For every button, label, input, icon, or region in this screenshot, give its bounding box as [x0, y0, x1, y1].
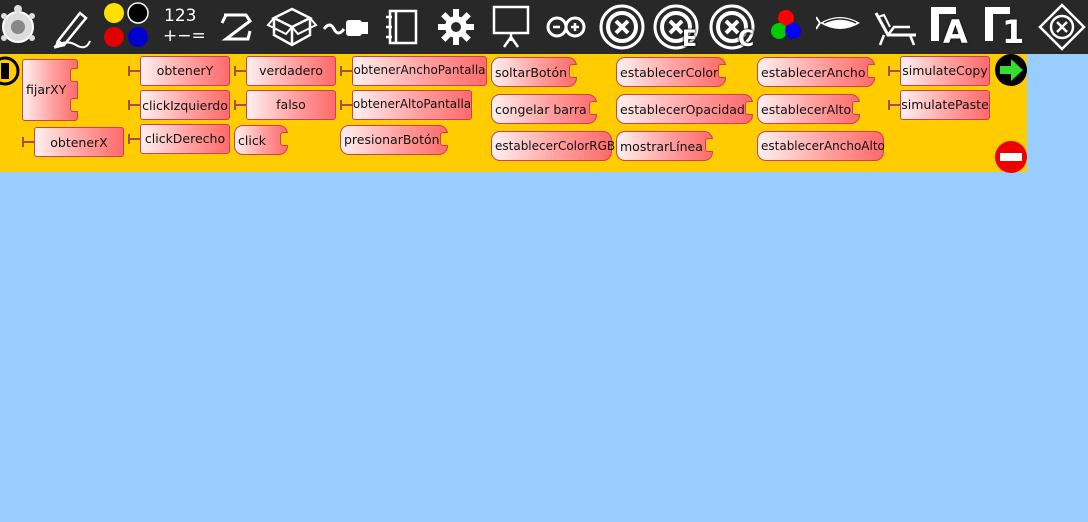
block-estableceranchoalto[interactable]: establecerAnchoAlto [757, 131, 885, 161]
block-label: establecerColorRGB [495, 139, 616, 153]
block-label: mostrarLínea [620, 138, 703, 154]
block-estableceralto[interactable]: establecerAlto [757, 94, 860, 124]
next-arrow-icon[interactable] [994, 53, 1028, 87]
font-a-icon[interactable]: A [926, 1, 978, 53]
block-palette: fijarXY obtenerX obtenerY clickIzquierdo… [0, 53, 1028, 174]
block-establecerOpacidad[interactable]: establecerOpacidad [616, 94, 753, 124]
letter-e: E [682, 27, 698, 52]
operators-label: +−= [163, 26, 206, 46]
extras-c-icon[interactable]: C [706, 1, 758, 53]
block-label: click [238, 132, 266, 148]
sensor-icon[interactable] [320, 1, 372, 53]
extras-icon[interactable] [596, 1, 648, 53]
block-label: verdadero [259, 63, 323, 78]
block-simulatepaste[interactable]: simulatePaste [888, 90, 990, 120]
block-label: establecerColor [620, 64, 719, 80]
block-label: simulateCopy [902, 63, 988, 78]
block-label: obtenerAnchoPantalla [353, 63, 486, 77]
canvas-area[interactable] [0, 172, 1088, 522]
block-label: fijarXY [26, 82, 67, 97]
remove-icon[interactable] [994, 140, 1028, 174]
block-label: obtenerX [50, 134, 108, 150]
block-falso[interactable]: falso [234, 90, 336, 120]
block-label: obtenerY [156, 63, 214, 78]
block-label: establecerOpacidad [620, 101, 745, 117]
block-label: soltarBotón [495, 64, 568, 80]
rgb-icon[interactable] [760, 1, 812, 53]
block-label: clickDerecho [144, 131, 226, 146]
block-click[interactable]: click [234, 125, 288, 155]
block-label: presionarBotón [344, 132, 440, 147]
turtle-icon[interactable] [0, 1, 44, 53]
extras-e-icon[interactable]: E [650, 1, 702, 53]
block-establecerancho[interactable]: establecerAncho [757, 57, 875, 87]
block-label: falso [276, 97, 306, 112]
flow-icon[interactable] [210, 1, 262, 53]
block-congelarbarra[interactable]: congelar barra [491, 94, 597, 124]
block-label: establecerAncho [761, 64, 866, 80]
toolbar: 123 +−= E C A 1 [0, 0, 1088, 54]
block-obteneraltopantalla[interactable]: obtenerAltoPantalla [340, 90, 472, 120]
block-obteneranchopantalla[interactable]: obtenerAnchoPantalla [340, 56, 487, 86]
block-clickderecho[interactable]: clickDerecho [128, 124, 230, 154]
arduino-icon[interactable] [540, 1, 592, 53]
notebook-icon[interactable] [376, 1, 428, 53]
number-label: 123 [164, 6, 197, 26]
block-label: congelar barra [495, 101, 587, 117]
block-simulatecopy[interactable]: simulateCopy [888, 56, 990, 86]
block-mostrarlinea[interactable]: mostrarLínea [616, 131, 713, 161]
block-establecercolor[interactable]: establecerColor [616, 57, 726, 87]
palette-colors-icon[interactable] [100, 1, 152, 53]
presentation-icon[interactable] [486, 1, 538, 53]
block-fijarxy[interactable]: fijarXY [22, 59, 78, 121]
font-1-icon[interactable]: 1 [980, 1, 1032, 53]
fish-icon[interactable] [816, 1, 868, 53]
block-obtenerx[interactable]: obtenerX [22, 127, 124, 157]
letter-a: A [943, 13, 968, 51]
block-label: clickIzquierdo [142, 97, 228, 113]
settings-icon[interactable] [430, 1, 482, 53]
block-label: establecerAlto [761, 101, 852, 117]
digit-1: 1 [1002, 13, 1025, 51]
number-icon[interactable]: 123 +−= [156, 1, 208, 53]
chair-icon[interactable] [870, 1, 922, 53]
palette-hide-button[interactable] [0, 56, 20, 86]
block-clickizquierdo[interactable]: clickIzquierdo [128, 90, 230, 120]
letter-c: C [738, 27, 755, 52]
block-presionarboton[interactable]: presionarBotón [340, 125, 448, 155]
block-establecercolorrgb[interactable]: establecerColorRGB [491, 131, 616, 161]
block-obtenery[interactable]: obtenerY [128, 56, 230, 86]
block-label: simulatePaste [901, 97, 989, 112]
block-verdadero[interactable]: verdadero [234, 56, 336, 86]
box-icon[interactable] [266, 1, 318, 53]
block-label: obtenerAltoPantalla [352, 97, 472, 111]
block-label: establecerAnchoAlto [761, 139, 885, 153]
pen-icon[interactable] [46, 1, 98, 53]
block-soltarboton[interactable]: soltarBotón [491, 57, 577, 87]
clear-icon[interactable] [1036, 1, 1088, 53]
